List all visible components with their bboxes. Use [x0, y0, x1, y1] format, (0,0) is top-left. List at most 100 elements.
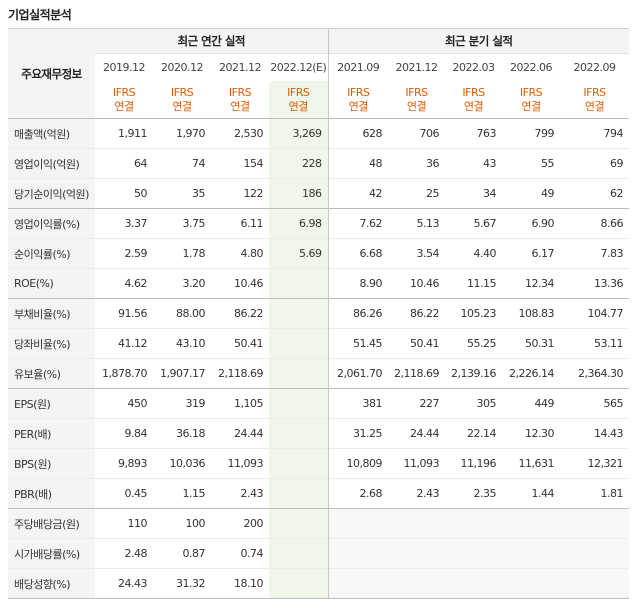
quarter-cell: 22.14	[445, 418, 502, 449]
annual-cell: 35	[153, 178, 211, 209]
quarter-cell: 104.77	[560, 298, 630, 329]
annual-cell: 6.11	[211, 208, 269, 239]
quarter-period-header: 2022.09	[560, 53, 630, 81]
annual-cell: 110	[95, 508, 153, 539]
annual-group-header: 최근 연간 실적	[95, 28, 328, 54]
ifrs-label: IFRS	[405, 85, 428, 99]
ifrs-label: IFRS	[287, 85, 310, 99]
annual-cell: 450	[95, 388, 153, 419]
annual-cell: 10,036	[153, 448, 211, 479]
quarter-cell: 6.17	[502, 238, 560, 269]
annual-cell: 4.80	[211, 238, 269, 269]
quarter-cell: 24.44	[388, 418, 445, 449]
quarter-cell: 25	[388, 178, 445, 209]
annual-cell: 2.43	[211, 478, 269, 509]
estimate-cell: 3,269	[269, 118, 328, 149]
quarter-cell	[388, 508, 445, 539]
row-label: 당기순이익(억원)	[8, 178, 95, 209]
annual-cell: 0.45	[95, 478, 153, 509]
annual-cell: 91.56	[95, 298, 153, 329]
ifrs-label: IFRS	[170, 85, 194, 99]
quarter-cell	[445, 538, 502, 569]
quarter-cell: 2.43	[388, 478, 445, 509]
quarter-cell: 628	[327, 118, 388, 149]
quarter-cell	[502, 538, 560, 569]
annual-cell: 0.87	[153, 538, 211, 569]
annual-cell: 200	[211, 508, 269, 539]
ifrs-badge: IFRS 연결	[445, 81, 502, 119]
quarter-cell: 86.26	[327, 298, 388, 329]
table-row: BPS(원) 9,893 10,036 11,093 10,809 11,093 11,19…	[8, 448, 630, 479]
table-row: PER(배) 9.84 36.18 24.44 31.25 24.44 22.14 12.30…	[8, 418, 630, 449]
quarter-cell: 108.83	[502, 298, 560, 329]
estimate-cell: 6.98	[269, 208, 328, 239]
quarter-cell: 43	[445, 148, 502, 179]
table-row: 주당배당금(원) 110 100 200	[8, 508, 630, 539]
estimate-cell	[269, 388, 328, 419]
quarter-cell: 11,196	[445, 448, 502, 479]
ifrs-label: IFRS	[583, 85, 606, 99]
annual-cell: 43.10	[153, 328, 211, 359]
table-row: 배당성향(%) 24.43 31.32 18.10	[8, 568, 630, 599]
quarter-cell: 10,809	[327, 448, 388, 479]
ifrs-label: IFRS	[462, 85, 485, 99]
quarter-cell: 31.25	[327, 418, 388, 449]
quarter-group-header: 최근 분기 실적	[327, 28, 630, 54]
estimate-cell	[269, 538, 328, 569]
quarter-cell: 51.45	[327, 328, 388, 359]
table-row: 매출액(억원) 1,911 1,970 2,530 3,269 628 706 763 799 7…	[8, 118, 630, 149]
quarter-cell: 48	[327, 148, 388, 179]
quarter-cell	[502, 568, 560, 599]
quarter-cell: 1.81	[560, 478, 630, 509]
quarter-cell: 5.13	[388, 208, 445, 239]
quarter-cell	[560, 568, 630, 599]
annual-period-header: 2022.12(E)	[269, 53, 328, 81]
quarter-cell: 381	[327, 388, 388, 419]
annual-cell: 41.12	[95, 328, 153, 359]
consolidated-label: 연결	[406, 99, 427, 113]
annual-cell: 1.15	[153, 478, 211, 509]
quarter-cell: 53.11	[560, 328, 630, 359]
row-label: ROE(%)	[8, 268, 95, 299]
ifrs-badge: IFRS 연결	[153, 81, 211, 119]
annual-period-header: 2019.12	[95, 53, 153, 81]
annual-cell: 31.32	[153, 568, 211, 599]
row-label: 당좌비율(%)	[8, 328, 95, 359]
ifrs-badge: IFRS 연결	[95, 81, 153, 119]
ifrs-badge: IFRS 연결	[211, 81, 269, 119]
quarter-cell: 2,226.14	[502, 358, 560, 389]
quarter-cell: 2,139.16	[445, 358, 502, 389]
row-label: 시가배당률(%)	[8, 538, 95, 569]
consolidated-label: 연결	[114, 99, 134, 113]
quarter-cell	[560, 538, 630, 569]
consolidated-label: 연결	[288, 99, 309, 113]
annual-cell: 24.44	[211, 418, 269, 449]
row-label: PBR(배)	[8, 478, 95, 509]
annual-cell: 122	[211, 178, 269, 209]
quarter-cell	[502, 508, 560, 539]
quarter-cell: 4.40	[445, 238, 502, 269]
annual-cell: 18.10	[211, 568, 269, 599]
quarter-period-header: 2022.03	[445, 53, 502, 81]
table-row: 당기순이익(억원) 50 35 122 186 42 25 34 49 62	[8, 178, 630, 209]
ifrs-label: IFRS	[519, 85, 543, 99]
quarter-cell: 10.46	[388, 268, 445, 299]
ifrs-label: IFRS	[112, 85, 136, 99]
table-row: 영업이익(억원) 64 74 154 228 48 36 43 55 69	[8, 148, 630, 179]
section-title: 기업실적분석	[8, 8, 72, 22]
quarter-cell: 1.44	[502, 478, 560, 509]
annual-cell: 3.37	[95, 208, 153, 239]
quarter-cell: 12,321	[560, 448, 630, 479]
quarter-cell: 2.68	[327, 478, 388, 509]
ifrs-label: IFRS	[228, 85, 252, 99]
quarter-cell: 2,061.70	[327, 358, 388, 389]
annual-cell: 74	[153, 148, 211, 179]
estimate-cell	[269, 328, 328, 359]
annual-cell: 1,105	[211, 388, 269, 419]
ifrs-badge: IFRS 연결	[388, 81, 445, 119]
row-label: EPS(원)	[8, 388, 95, 419]
annual-period-header: 2021.12	[211, 53, 269, 81]
table-row: 시가배당률(%) 2.48 0.87 0.74	[8, 538, 630, 569]
quarter-cell	[327, 568, 388, 599]
estimate-cell: 228	[269, 148, 328, 179]
